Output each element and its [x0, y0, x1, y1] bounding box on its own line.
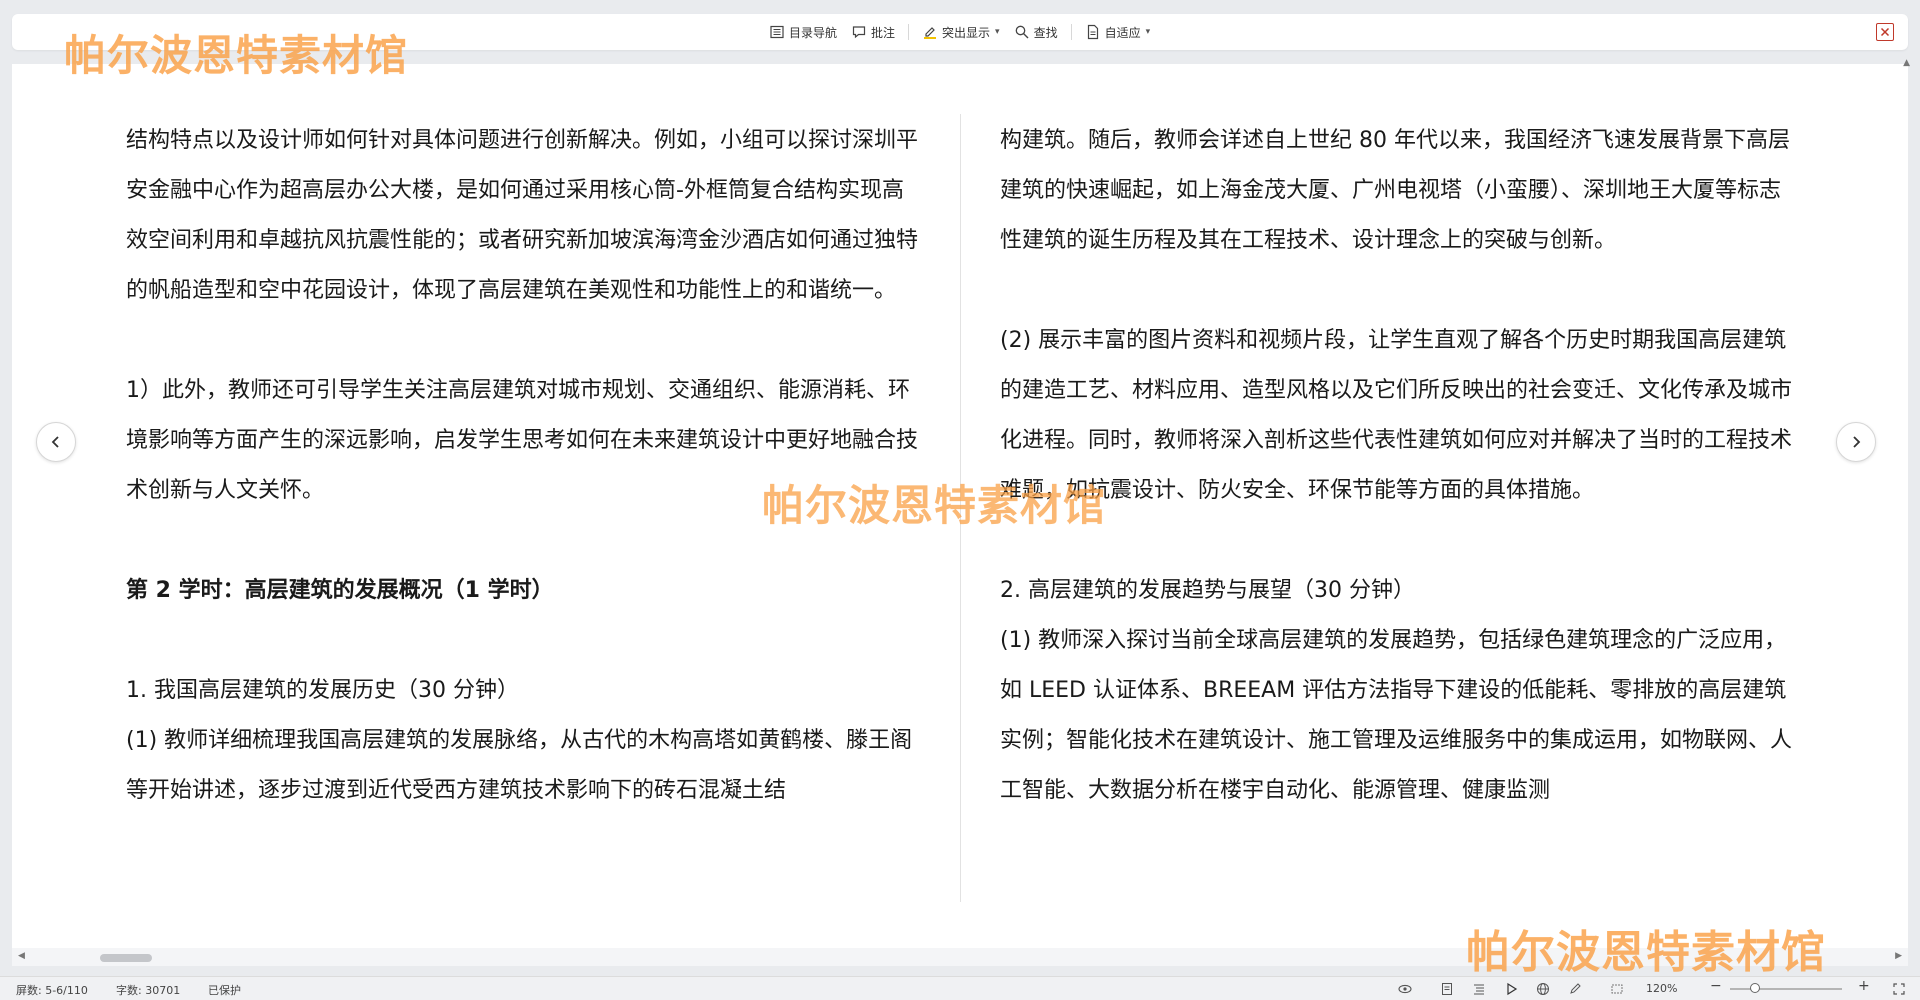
comment-icon [852, 26, 866, 39]
chevron-left-icon [51, 436, 59, 448]
close-button[interactable] [1876, 23, 1894, 41]
scroll-left-arrow[interactable]: ◀ [18, 951, 25, 961]
pen-icon[interactable] [1568, 982, 1582, 996]
find-button[interactable]: 查找 [1007, 19, 1065, 45]
toolbar-separator [1070, 24, 1072, 40]
fit-width-icon[interactable] [1610, 982, 1624, 996]
zoom-slider[interactable] [1730, 988, 1842, 990]
watermark-top-left: 帕尔波恩特素材馆 [64, 31, 409, 80]
next-page-button[interactable] [1836, 422, 1876, 462]
right-paragraph-2: (2) 展示丰富的图片资料和视频片段，让学生直观了解各个历史时期我国高层建筑的建… [1000, 328, 1793, 503]
left-paragraph-4: (1) 教师详细梳理我国高层建筑的发展脉络，从古代的木构高塔如黄鹤楼、滕王阁等开… [126, 728, 913, 803]
play-icon[interactable] [1504, 982, 1518, 996]
chevron-right-icon [1853, 436, 1861, 448]
comment-button[interactable]: 批注 [844, 19, 902, 45]
toolbar-group: 目录导航 批注 突出显示 ▾ 查找 自适应 ▾ [762, 14, 1157, 50]
toc-icon [770, 25, 784, 39]
zoom-slider-handle[interactable] [1750, 983, 1760, 993]
zoom-in-button[interactable]: + [1858, 978, 1870, 994]
eye-icon[interactable] [1398, 982, 1412, 996]
right-paragraph-4: (1) 教师深入探讨当前全球高层建筑的发展趋势，包括绿色建筑理念的广泛应用，如 … [1000, 628, 1793, 803]
find-label: 查找 [1033, 25, 1058, 40]
highlight-icon [924, 27, 937, 39]
zoom-out-button[interactable]: − [1710, 978, 1722, 994]
status-bar: 屏数: 5-6/110 字数: 30701 已保护 120% − + [0, 976, 1920, 1000]
right-paragraph-1: 构建筑。随后，教师会详述自上世纪 80 年代以来，我国经济飞速发展背景下高层建筑… [1000, 128, 1790, 253]
prev-page-button[interactable] [36, 422, 76, 462]
fit-button[interactable]: 自适应 ▾ [1078, 19, 1158, 45]
chevron-down-icon: ▾ [1145, 27, 1151, 37]
section-heading: 第 2 学时：高层建筑的发展概况（1 学时） [126, 578, 554, 603]
globe-icon[interactable] [1536, 982, 1550, 996]
page-view-icon[interactable] [1440, 982, 1454, 996]
toolbar-separator [908, 24, 910, 40]
left-paragraph-1: 结构特点以及设计师如何针对具体问题进行创新解决。例如，小组可以探讨深圳平安金融中… [126, 128, 919, 303]
fit-label: 自适应 [1104, 25, 1141, 40]
zoom-level[interactable]: 120% [1646, 982, 1677, 995]
close-icon [1880, 27, 1890, 37]
search-icon [1015, 25, 1029, 39]
fit-page-icon [1087, 24, 1098, 40]
scroll-up-arrow[interactable]: ▲ [1903, 58, 1910, 68]
comment-label: 批注 [871, 25, 896, 40]
toc-button[interactable]: 目录导航 [762, 19, 844, 45]
chevron-down-icon: ▾ [995, 27, 1000, 37]
right-paragraph-3: 2. 高层建筑的发展趋势与展望（30 分钟） [1000, 578, 1415, 603]
watermark-bottom-right: 帕尔波恩特素材馆 [1466, 927, 1826, 978]
right-column: 构建筑。随后，教师会详述自上世纪 80 年代以来，我国经济飞速发展背景下高层建筑… [1000, 116, 1798, 816]
left-column: 结构特点以及设计师如何针对具体问题进行创新解决。例如，小组可以探讨深圳平安金融中… [126, 116, 924, 816]
fullscreen-icon[interactable] [1892, 982, 1906, 996]
word-count: 字数: 30701 [116, 984, 181, 997]
toc-label: 目录导航 [789, 25, 838, 40]
watermark-center: 帕尔波恩特素材馆 [762, 481, 1107, 530]
scroll-right-arrow[interactable]: ▶ [1895, 951, 1902, 961]
page-indicator: 屏数: 5-6/110 [16, 984, 88, 997]
highlight-button[interactable]: 突出显示 ▾ [915, 19, 1007, 45]
highlight-label: 突出显示 [942, 25, 991, 40]
left-paragraph-3: 1. 我国高层建筑的发展历史（30 分钟） [126, 678, 519, 703]
scrollbar-thumb[interactable] [100, 954, 152, 962]
protect-status: 已保护 [208, 984, 241, 997]
outline-view-icon[interactable] [1472, 982, 1486, 996]
